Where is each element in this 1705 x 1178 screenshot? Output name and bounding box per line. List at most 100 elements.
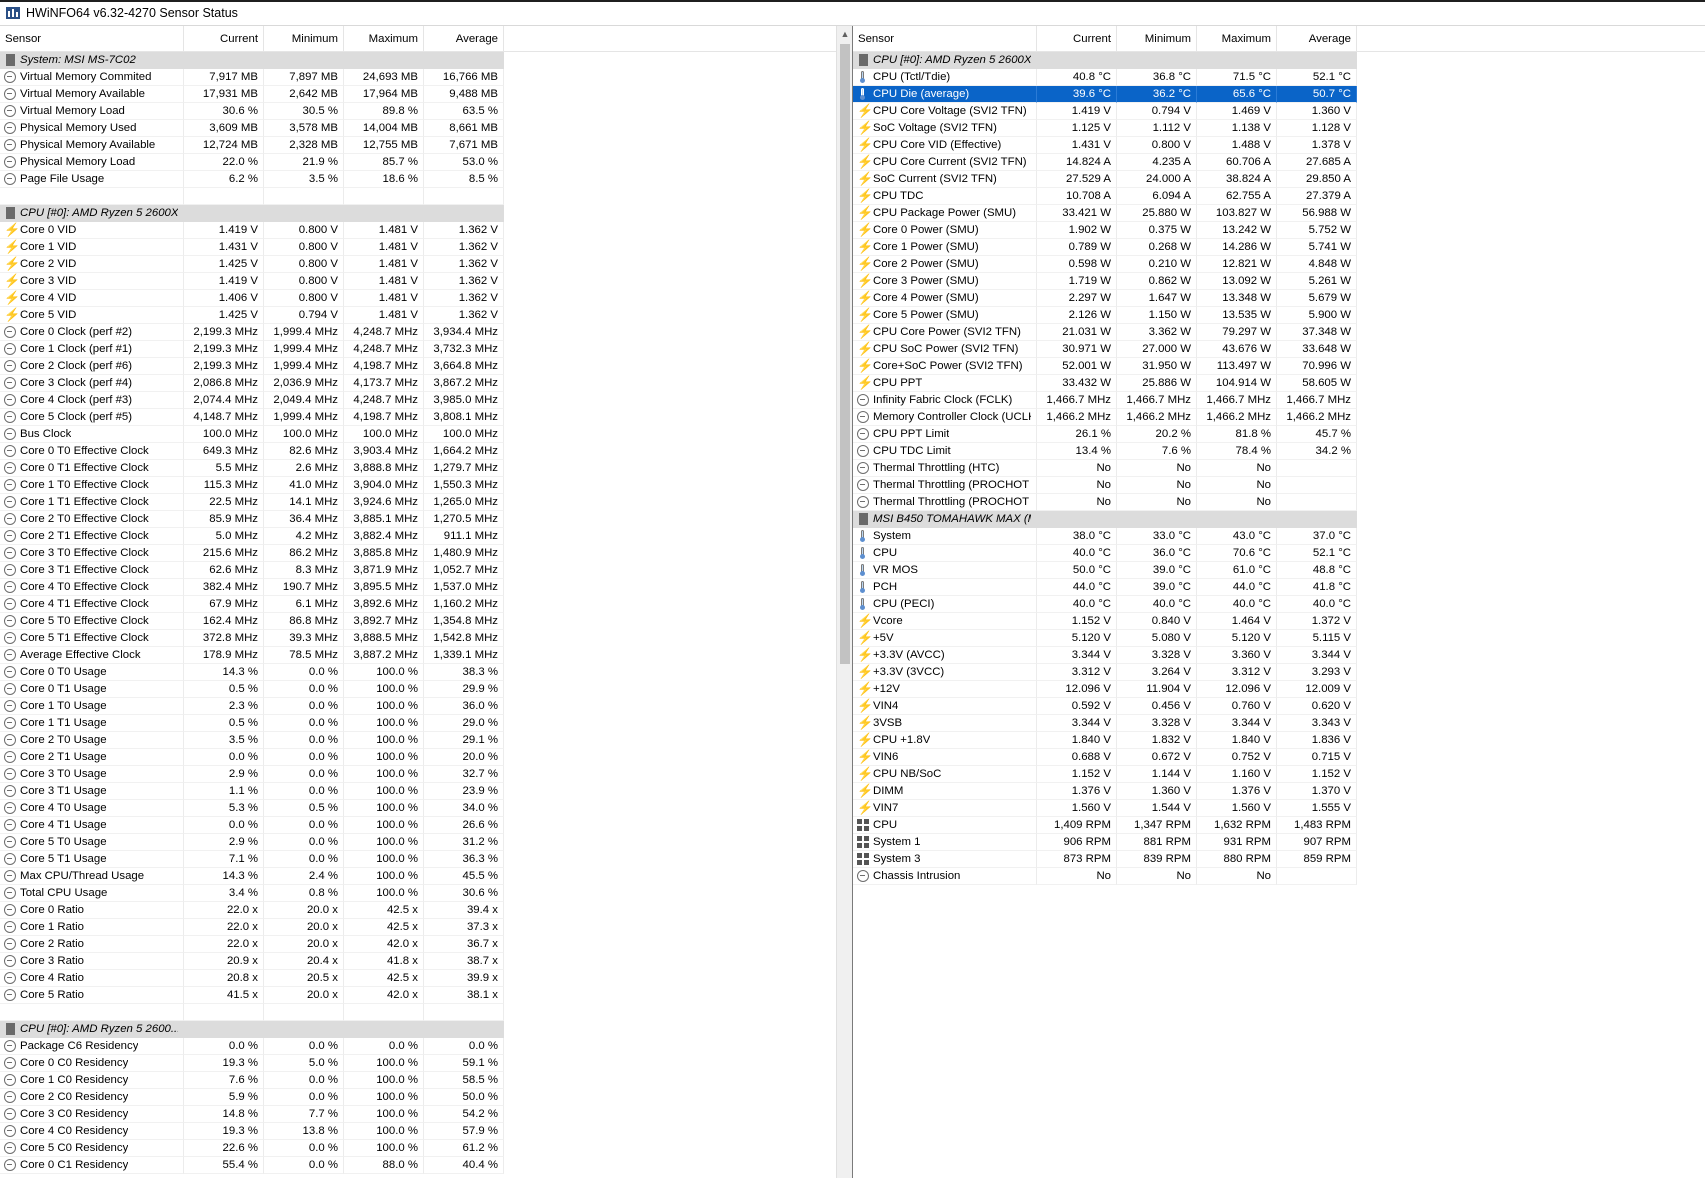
sensor-row[interactable]: Core 3 T1 Effective Clock 62.6 MHz 8.3 MHz… bbox=[0, 562, 836, 579]
column-header-average[interactable]: Average bbox=[424, 26, 504, 51]
sensor-row[interactable]: ⚡ CPU PPT 33.432 W 25.886 W 104.914 W 58.605 … bbox=[853, 375, 1705, 392]
sensor-row[interactable]: Infinity Fabric Clock (FCLK) 1,466.7 MHz 1… bbox=[853, 392, 1705, 409]
scroll-up-arrow-icon[interactable]: ▲ bbox=[837, 26, 853, 43]
sensor-row[interactable]: Memory Controller Clock (UCLK) 1,466.2 MH… bbox=[853, 409, 1705, 426]
sensor-row[interactable]: Core 3 Ratio 20.9 x 20.4 x 41.8 x 38.7 x bbox=[0, 953, 836, 970]
sensor-row[interactable]: Package C6 Residency 0.0 % 0.0 % 0.0 % 0.0 % bbox=[0, 1038, 836, 1055]
sensor-row[interactable]: ⚡ Core 0 Power (SMU) 1.902 W 0.375 W 13.242 … bbox=[853, 222, 1705, 239]
sensor-row[interactable]: ⚡ Core+SoC Power (SVI2 TFN) 52.001 W 31.950… bbox=[853, 358, 1705, 375]
sensor-row[interactable]: Core 3 C0 Residency 14.8 % 7.7 % 100.0 % 54.… bbox=[0, 1106, 836, 1123]
column-header-sensor[interactable]: Sensor bbox=[853, 26, 1037, 51]
sensor-row[interactable]: Core 4 T1 Usage 0.0 % 0.0 % 100.0 % 26.6 % bbox=[0, 817, 836, 834]
sensor-row[interactable]: CPU (PECI) 40.0 °C 40.0 °C 40.0 °C 40.0 °C bbox=[853, 596, 1705, 613]
sensor-row[interactable]: Core 2 Ratio 22.0 x 20.0 x 42.0 x 36.7 x bbox=[0, 936, 836, 953]
sensor-row[interactable]: ⚡ CPU Core Voltage (SVI2 TFN) 1.419 V 0.794… bbox=[853, 103, 1705, 120]
column-header-current[interactable]: Current bbox=[184, 26, 264, 51]
sensor-row[interactable]: ⚡ Core 5 Power (SMU) 2.126 W 1.150 W 13.535 … bbox=[853, 307, 1705, 324]
sensor-row[interactable]: PCH 44.0 °C 39.0 °C 44.0 °C 41.8 °C bbox=[853, 579, 1705, 596]
sensor-row[interactable]: System 38.0 °C 33.0 °C 43.0 °C 37.0 °C bbox=[853, 528, 1705, 545]
sensor-row[interactable]: Core 5 Ratio 41.5 x 20.0 x 42.0 x 38.1 x bbox=[0, 987, 836, 1004]
column-header-sensor[interactable]: Sensor bbox=[0, 26, 184, 51]
sensor-row[interactable]: Core 1 Ratio 22.0 x 20.0 x 42.5 x 37.3 x bbox=[0, 919, 836, 936]
sensor-row[interactable]: Core 3 T0 Effective Clock 215.6 MHz 86.2 M… bbox=[0, 545, 836, 562]
sensor-row[interactable]: Core 1 T1 Effective Clock 22.5 MHz 14.1 MH… bbox=[0, 494, 836, 511]
sensor-row[interactable]: ⚡ VIN7 1.560 V 1.544 V 1.560 V 1.555 V bbox=[853, 800, 1705, 817]
sensor-row[interactable]: ⚡ CPU +1.8V 1.840 V 1.832 V 1.840 V 1.836 V bbox=[853, 732, 1705, 749]
sensor-row[interactable]: Core 2 C0 Residency 5.9 % 0.0 % 100.0 % 50.0… bbox=[0, 1089, 836, 1106]
sensor-row[interactable]: CPU PPT Limit 26.1 % 20.2 % 81.8 % 45.7 % bbox=[853, 426, 1705, 443]
sensor-row[interactable]: Page File Usage 6.2 % 3.5 % 18.6 % 8.5 % bbox=[0, 171, 836, 188]
sensor-row[interactable]: ⚡ +3.3V (3VCC) 3.312 V 3.264 V 3.312 V 3.293 … bbox=[853, 664, 1705, 681]
sensor-row[interactable]: ⚡ CPU Core Current (SVI2 TFN) 14.824 A 4.23… bbox=[853, 154, 1705, 171]
sensor-row[interactable]: Core 2 T0 Effective Clock 85.9 MHz 36.4 MH… bbox=[0, 511, 836, 528]
sensor-row[interactable]: ⚡ Core 4 VID 1.406 V 0.800 V 1.481 V 1.362 V bbox=[0, 290, 836, 307]
sensor-pane-right[interactable]: Sensor Current Minimum Maximum Average CPU [#… bbox=[853, 26, 1705, 1178]
sensor-row[interactable]: ⚡ SoC Current (SVI2 TFN) 27.529 A 24.000 A3… bbox=[853, 171, 1705, 188]
sensor-row[interactable]: Core 0 Clock (perf #2) 2,199.3 MHz 1,999.4… bbox=[0, 324, 836, 341]
sensor-row[interactable]: ⚡ Core 3 VID 1.419 V 0.800 V 1.481 V 1.362 V bbox=[0, 273, 836, 290]
sensor-row[interactable]: Virtual Memory Commited 7,917 MB 7,897 MB 2… bbox=[0, 69, 836, 86]
sensor-row[interactable]: Physical Memory Load 22.0 % 21.9 % 85.7 % 53… bbox=[0, 154, 836, 171]
sensor-row[interactable]: Core 3 Clock (perf #4) 2,086.8 MHz 2,036.9… bbox=[0, 375, 836, 392]
sensor-row[interactable]: System 1 906 RPM 881 RPM 931 RPM 907 RPM bbox=[853, 834, 1705, 851]
column-header-maximum[interactable]: Maximum bbox=[344, 26, 424, 51]
column-header-current[interactable]: Current bbox=[1037, 26, 1117, 51]
sensor-group-header[interactable]: MSI B450 TOMAHAWK MAX (MS... bbox=[853, 511, 1705, 528]
title-bar[interactable]: HWiNFO64 v6.32-4270 Sensor Status bbox=[0, 0, 1705, 26]
sensor-row[interactable]: Core 4 T1 Effective Clock 67.9 MHz 6.1 MHz… bbox=[0, 596, 836, 613]
sensor-row[interactable]: Core 1 T1 Usage 0.5 % 0.0 % 100.0 % 29.0 % bbox=[0, 715, 836, 732]
sensor-row[interactable]: ⚡ Core 5 VID 1.425 V 0.794 V 1.481 V 1.362 V bbox=[0, 307, 836, 324]
sensor-row[interactable]: ⚡ Core 2 Power (SMU) 0.598 W 0.210 W 12.821 … bbox=[853, 256, 1705, 273]
sensor-pane-left[interactable]: Sensor Current Minimum Maximum Average System… bbox=[0, 26, 836, 1178]
sensor-row[interactable]: ⚡ Core 0 VID 1.419 V 0.800 V 1.481 V 1.362 V bbox=[0, 222, 836, 239]
sensor-row[interactable]: Virtual Memory Available 17,931 MB 2,642 M… bbox=[0, 86, 836, 103]
sensor-group-header[interactable]: CPU [#0]: AMD Ryzen 5 2600... bbox=[0, 1021, 836, 1038]
sensor-row[interactable]: ⚡ Core 4 Power (SMU) 2.297 W 1.647 W 13.348 … bbox=[853, 290, 1705, 307]
sensor-row[interactable]: Core 4 T0 Usage 5.3 % 0.5 % 100.0 % 34.0 % bbox=[0, 800, 836, 817]
sensor-row[interactable]: Core 2 T1 Usage 0.0 % 0.0 % 100.0 % 20.0 % bbox=[0, 749, 836, 766]
sensor-row[interactable]: Core 2 Clock (perf #6) 2,199.3 MHz 1,999.4… bbox=[0, 358, 836, 375]
sensor-row[interactable]: ⚡ CPU TDC 10.708 A 6.094 A 62.755 A 27.379 A bbox=[853, 188, 1705, 205]
sensor-row[interactable]: ⚡ Core 3 Power (SMU) 1.719 W 0.862 W 13.092 … bbox=[853, 273, 1705, 290]
sensor-group-header[interactable]: CPU [#0]: AMD Ryzen 5 2600X:... bbox=[853, 52, 1705, 69]
sensor-row[interactable]: ⚡ 3VSB 3.344 V 3.328 V 3.344 V 3.343 V bbox=[853, 715, 1705, 732]
sensor-row[interactable]: Core 0 T1 Usage 0.5 % 0.0 % 100.0 % 29.9 % bbox=[0, 681, 836, 698]
sensor-row[interactable]: Core 0 Ratio 22.0 x 20.0 x 42.5 x 39.4 x bbox=[0, 902, 836, 919]
sensor-row[interactable]: Max CPU/Thread Usage 14.3 % 2.4 % 100.0 % 45… bbox=[0, 868, 836, 885]
sensor-row[interactable]: CPU (Tctl/Tdie) 40.8 °C 36.8 °C 71.5 °C 52.1… bbox=[853, 69, 1705, 86]
sensor-group-header[interactable]: System: MSI MS-7C02 bbox=[0, 52, 836, 69]
column-header-maximum[interactable]: Maximum bbox=[1197, 26, 1277, 51]
sensor-row[interactable]: ⚡ CPU Package Power (SMU) 33.421 W 25.880 W… bbox=[853, 205, 1705, 222]
sensor-row[interactable]: VR MOS 50.0 °C 39.0 °C 61.0 °C 48.8 °C bbox=[853, 562, 1705, 579]
column-header-minimum[interactable]: Minimum bbox=[1117, 26, 1197, 51]
sensor-row[interactable]: Physical Memory Available 12,724 MB 2,328 … bbox=[0, 137, 836, 154]
sensor-row[interactable]: System 3 873 RPM 839 RPM 880 RPM 859 RPM bbox=[853, 851, 1705, 868]
sensor-row[interactable]: ⚡ CPU Core Power (SVI2 TFN) 21.031 W 3.362 … bbox=[853, 324, 1705, 341]
scrollbar-thumb[interactable] bbox=[840, 44, 850, 664]
sensor-row[interactable]: Core 0 T0 Usage 14.3 % 0.0 % 100.0 % 38.3 % bbox=[0, 664, 836, 681]
sensor-row[interactable]: ⚡ SoC Voltage (SVI2 TFN) 1.125 V 1.112 V 1.1… bbox=[853, 120, 1705, 137]
sensor-row[interactable]: ⚡ VIN6 0.688 V 0.672 V 0.752 V 0.715 V bbox=[853, 749, 1705, 766]
sensor-row[interactable]: Core 3 T0 Usage 2.9 % 0.0 % 100.0 % 32.7 % bbox=[0, 766, 836, 783]
sensor-row[interactable]: ⚡ +3.3V (AVCC) 3.344 V 3.328 V 3.360 V 3.344 … bbox=[853, 647, 1705, 664]
sensor-row[interactable]: Core 0 T0 Effective Clock 649.3 MHz 82.6 M… bbox=[0, 443, 836, 460]
sensor-row[interactable]: Core 5 Clock (perf #5) 4,148.7 MHz 1,999.4… bbox=[0, 409, 836, 426]
sensor-row[interactable]: Core 0 C1 Residency 55.4 % 0.0 % 88.0 % 40.4… bbox=[0, 1157, 836, 1174]
sensor-row[interactable]: Core 5 T1 Usage 7.1 % 0.0 % 100.0 % 36.3 % bbox=[0, 851, 836, 868]
sensor-row[interactable]: ⚡ CPU Core VID (Effective) 1.431 V 0.800 V1… bbox=[853, 137, 1705, 154]
sensor-row[interactable]: ⚡ DIMM 1.376 V 1.360 V 1.376 V 1.370 V bbox=[853, 783, 1705, 800]
sensor-row[interactable]: ⚡ Core 2 VID 1.425 V 0.800 V 1.481 V 1.362 V bbox=[0, 256, 836, 273]
sensor-row[interactable]: Core 1 C0 Residency 7.6 % 0.0 % 100.0 % 58.5… bbox=[0, 1072, 836, 1089]
sensor-row[interactable]: CPU 40.0 °C 36.0 °C 70.6 °C 52.1 °C bbox=[853, 545, 1705, 562]
sensor-row[interactable]: Core 2 T1 Effective Clock 5.0 MHz 4.2 MHz 3… bbox=[0, 528, 836, 545]
sensor-row[interactable]: Virtual Memory Load 30.6 % 30.5 % 89.8 % 63.… bbox=[0, 103, 836, 120]
column-header-average[interactable]: Average bbox=[1277, 26, 1357, 51]
sensor-row[interactable]: Core 5 T1 Effective Clock 372.8 MHz 39.3 M… bbox=[0, 630, 836, 647]
sensor-row[interactable]: Core 3 T1 Usage 1.1 % 0.0 % 100.0 % 23.9 % bbox=[0, 783, 836, 800]
sensor-row[interactable]: Physical Memory Used 3,609 MB 3,578 MB 14,0… bbox=[0, 120, 836, 137]
sensor-row[interactable]: Core 4 C0 Residency 19.3 % 13.8 % 100.0 % 57… bbox=[0, 1123, 836, 1140]
sensor-group-header[interactable]: CPU [#0]: AMD Ryzen 5 2600X bbox=[0, 205, 836, 222]
sensor-row[interactable]: Core 2 T0 Usage 3.5 % 0.0 % 100.0 % 29.1 % bbox=[0, 732, 836, 749]
sensor-row[interactable]: Core 4 Ratio 20.8 x 20.5 x 42.5 x 39.9 x bbox=[0, 970, 836, 987]
sensor-row[interactable]: Chassis Intrusion No No No bbox=[853, 868, 1705, 885]
